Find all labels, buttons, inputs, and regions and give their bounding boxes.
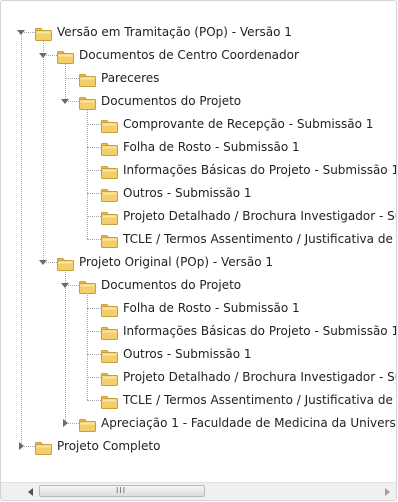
tree-node-label[interactable]: Pareceres xyxy=(101,67,159,89)
tree-node-label[interactable]: Folha de Rosto - Submissão 1 xyxy=(123,297,300,319)
tree-node-label[interactable]: Projeto Detalhado / Brochura Investigado… xyxy=(123,205,396,227)
folder-icon xyxy=(101,118,118,133)
tree-node[interactable]: Pareceres xyxy=(1,67,396,89)
tree-node-label[interactable]: Informações Básicas do Projeto - Submiss… xyxy=(123,320,396,342)
tree-node[interactable]: Projeto Detalhado / Brochura Investigado… xyxy=(1,366,396,388)
tree-panel: Versão em Tramitação (POp) - Versão 1 Doc… xyxy=(0,0,397,501)
folder-icon xyxy=(57,256,74,271)
tree-node-label[interactable]: Projeto Original (POp) - Versão 1 xyxy=(79,251,273,273)
tree-node[interactable]: Documentos do Projeto xyxy=(1,274,396,296)
folder-icon xyxy=(79,279,96,294)
tree-node-label[interactable]: Outros - Submissão 1 xyxy=(123,343,252,365)
tree-node-label[interactable]: Documentos do Projeto xyxy=(101,274,241,296)
tree-node[interactable]: Documentos do Projeto xyxy=(1,90,396,112)
tree-node[interactable]: Folha de Rosto - Submissão 1 xyxy=(1,136,396,158)
tree-node-label[interactable]: Outros - Submissão 1 xyxy=(123,182,252,204)
tree-node-label[interactable]: Projeto Detalhado / Brochura Investigado… xyxy=(123,366,396,388)
horizontal-scrollbar[interactable]: III xyxy=(1,482,396,500)
tree-node[interactable]: Apreciação 1 - Faculdade de Medicina da … xyxy=(1,412,396,434)
folder-icon xyxy=(79,72,96,87)
tree-node[interactable]: Projeto Completo xyxy=(1,435,396,457)
tree-node-label[interactable]: Folha de Rosto - Submissão 1 xyxy=(123,136,300,158)
collapse-arrow-icon[interactable] xyxy=(61,283,69,288)
tree-node[interactable]: Documentos de Centro Coordenador xyxy=(1,44,396,66)
folder-icon xyxy=(101,233,118,248)
document-tree: Versão em Tramitação (POp) - Versão 1 Doc… xyxy=(1,1,396,482)
folder-icon xyxy=(101,348,118,363)
tree-node[interactable]: Comprovante de Recepção - Submissão 1 xyxy=(1,113,396,135)
expand-arrow-icon[interactable] xyxy=(63,419,68,427)
tree-node[interactable]: Informações Básicas do Projeto - Submiss… xyxy=(1,320,396,342)
tree-node-label[interactable]: Projeto Completo xyxy=(57,435,160,457)
scrollbar-grip-icon: III xyxy=(116,486,127,495)
folder-icon xyxy=(35,440,52,455)
tree-node[interactable]: TCLE / Termos Assentimento / Justificati… xyxy=(1,389,396,411)
folder-icon xyxy=(101,302,118,317)
tree-node[interactable]: Projeto Original (POp) - Versão 1 xyxy=(1,251,396,273)
folder-icon xyxy=(79,95,96,110)
tree-node[interactable]: Outros - Submissão 1 xyxy=(1,343,396,365)
collapse-arrow-icon[interactable] xyxy=(17,30,25,35)
folder-icon xyxy=(101,210,118,225)
expand-arrow-icon[interactable] xyxy=(19,442,24,450)
folder-icon xyxy=(101,394,118,409)
collapse-arrow-icon[interactable] xyxy=(61,99,69,104)
collapse-arrow-icon[interactable] xyxy=(39,53,47,58)
folder-icon xyxy=(101,187,118,202)
folder-icon xyxy=(35,26,52,41)
tree-node[interactable]: Projeto Detalhado / Brochura Investigado… xyxy=(1,205,396,227)
tree-node[interactable]: Versão em Tramitação (POp) - Versão 1 xyxy=(1,21,396,43)
folder-icon xyxy=(101,325,118,340)
tree-node-label[interactable]: Comprovante de Recepção - Submissão 1 xyxy=(123,113,373,135)
tree-node[interactable]: TCLE / Termos Assentimento / Justificati… xyxy=(1,228,396,250)
folder-icon xyxy=(101,141,118,156)
scroll-right-arrow-icon[interactable] xyxy=(385,488,390,496)
tree-node-label[interactable]: TCLE / Termos Assentimento / Justificati… xyxy=(123,389,396,411)
tree-node-label[interactable]: TCLE / Termos Assentimento / Justificati… xyxy=(123,228,396,250)
tree-node[interactable]: Informações Básicas do Projeto - Submiss… xyxy=(1,159,396,181)
tree-node[interactable]: Folha de Rosto - Submissão 1 xyxy=(1,297,396,319)
collapse-arrow-icon[interactable] xyxy=(39,260,47,265)
tree-node[interactable]: Outros - Submissão 1 xyxy=(1,182,396,204)
folder-icon xyxy=(101,164,118,179)
tree-node-label[interactable]: Apreciação 1 - Faculdade de Medicina da … xyxy=(101,412,396,434)
tree-node-label[interactable]: Versão em Tramitação (POp) - Versão 1 xyxy=(57,21,292,43)
folder-icon xyxy=(101,371,118,386)
tree-node-label[interactable]: Documentos do Projeto xyxy=(101,90,241,112)
scrollbar-thumb[interactable]: III xyxy=(39,485,205,497)
folder-icon xyxy=(57,49,74,64)
scroll-left-arrow-icon[interactable] xyxy=(28,488,33,496)
tree-node-label[interactable]: Documentos de Centro Coordenador xyxy=(79,44,299,66)
folder-icon xyxy=(79,417,96,432)
tree-node-label[interactable]: Informações Básicas do Projeto - Submiss… xyxy=(123,159,396,181)
